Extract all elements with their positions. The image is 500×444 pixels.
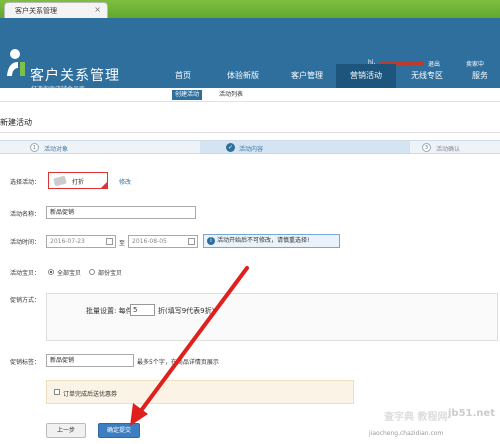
step-number: 3 <box>422 143 431 152</box>
tag-label: 促销标签： <box>10 359 41 366</box>
prev-button[interactable]: 上一步 <box>46 423 86 438</box>
calendar-icon[interactable] <box>188 238 195 245</box>
activity-name-input[interactable]: 新品促销 <box>46 206 196 219</box>
watermark: 查字典 教程网 <box>384 412 448 423</box>
selected-corner <box>101 182 107 188</box>
activity-value: 打折 <box>72 179 85 186</box>
app-name: 客户关系管理 <box>30 68 120 84</box>
coupon-note: 订单完成后送优惠券 <box>63 391 118 398</box>
watermark-url: jiaocheng.chazidian.com <box>369 430 444 437</box>
end-date: 2016-08-05 <box>132 238 167 245</box>
coupon-checkbox[interactable] <box>54 389 60 395</box>
nav-new-version[interactable]: 体验新版 <box>213 64 273 88</box>
activity-label: 选择活动： <box>10 179 41 186</box>
step-3: 3 活动确认 <box>410 140 500 154</box>
step-number: 1 <box>30 143 39 152</box>
browser-tab-title: 客户关系管理 <box>15 7 57 15</box>
tag-icon <box>53 175 67 187</box>
end-date-input[interactable]: 2016-08-05 <box>128 235 198 248</box>
start-date-input[interactable]: 2016-07-23 <box>46 235 116 248</box>
tag-hint: 最多5个字，在商品详情页展示 <box>137 359 219 366</box>
promo-suffix: 折(填写9代表9折) <box>158 307 215 315</box>
browser-tab[interactable]: 客户关系管理 × <box>4 2 108 18</box>
activity-chip[interactable]: 打折 <box>48 172 108 189</box>
promo-box <box>46 293 498 341</box>
logo-icon <box>7 49 25 76</box>
submit-button[interactable]: 确定提交 <box>98 423 140 438</box>
sub-tabs: 创建活动 活动列表 <box>0 88 500 102</box>
tab-create-activity[interactable]: 创建活动 <box>172 90 203 100</box>
promo-label: 促销方式： <box>10 297 41 304</box>
start-date: 2016-07-23 <box>50 238 85 245</box>
browser-tab-strip: 客户关系管理 × <box>0 0 500 18</box>
watermark-site: jb51.net <box>448 408 495 419</box>
nav-home[interactable]: 首页 <box>158 64 208 88</box>
step-label: 活动内容 <box>239 146 264 153</box>
tab-activity-list[interactable]: 活动列表 <box>216 90 246 100</box>
main-nav: 首页 体验新版 客户管理 营销活动 无线专区 服务 <box>158 64 500 88</box>
screen: 客户关系管理 × 客户关系管理 打造淘宝店铺会员库 hi, 退出 卖家中 首页 … <box>0 0 500 444</box>
time-label: 活动时间： <box>10 239 41 246</box>
calendar-icon[interactable] <box>106 238 113 245</box>
nav-marketing[interactable]: 营销活动 <box>336 64 396 88</box>
check-icon: ✓ <box>226 143 235 152</box>
close-icon[interactable]: × <box>94 5 101 14</box>
step-label: 活动对象 <box>44 146 69 153</box>
promo-tag-input[interactable]: 新品促销 <box>46 354 134 367</box>
items-label: 活动宝贝： <box>10 270 41 277</box>
nav-services[interactable]: 服务 <box>460 64 500 88</box>
discount-input[interactable]: 5 <box>130 304 155 316</box>
modify-link[interactable]: 修改 <box>119 177 131 186</box>
step-label: 活动确认 <box>436 146 461 153</box>
info-icon: i <box>207 237 215 245</box>
name-label: 活动名称： <box>10 211 41 218</box>
step-progress: 1 活动对象 ✓ 活动内容 3 活动确认 <box>0 140 500 154</box>
some-items-label: 部份宝贝 <box>98 270 123 277</box>
time-tip-text: 活动开始后不可修改，请慎重选择! <box>217 237 310 244</box>
radio-all-items[interactable] <box>48 269 54 275</box>
step-2: ✓ 活动内容 <box>200 140 410 154</box>
divider <box>0 132 500 133</box>
page-title: 新建活动 <box>0 118 32 127</box>
nav-wireless[interactable]: 无线专区 <box>398 64 456 88</box>
radio-some-items[interactable] <box>89 269 95 275</box>
nav-customers[interactable]: 客户管理 <box>278 64 336 88</box>
step-1: 1 活动对象 <box>0 140 200 154</box>
all-items-label: 全部宝贝 <box>57 270 82 277</box>
date-separator: 至 <box>119 240 126 247</box>
time-tip: i 活动开始后不可修改，请慎重选择! <box>203 234 340 248</box>
